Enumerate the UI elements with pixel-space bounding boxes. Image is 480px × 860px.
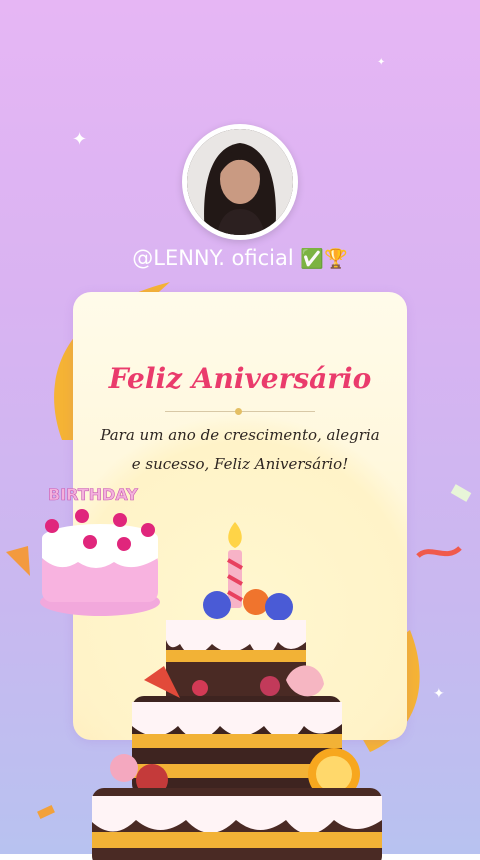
avatar-photo bbox=[187, 129, 293, 235]
confetti bbox=[450, 484, 472, 502]
candle-flame bbox=[228, 522, 242, 548]
cake-illustration bbox=[92, 522, 382, 860]
confetti bbox=[37, 804, 55, 820]
handle-text: @LENNY. oficial bbox=[132, 246, 294, 270]
profile-handle: @LENNY. oficial ✅🏆 bbox=[0, 246, 480, 270]
confetti bbox=[416, 546, 462, 559]
card-title: Feliz Aniversário bbox=[108, 362, 372, 395]
title-divider bbox=[165, 408, 315, 415]
card-message: Para um ano de crescimento, alegria e su… bbox=[100, 426, 380, 473]
sticker-text: BIRTHDAY bbox=[48, 485, 138, 504]
avatar[interactable] bbox=[182, 124, 298, 240]
badges-icon: ✅🏆 bbox=[300, 248, 348, 270]
